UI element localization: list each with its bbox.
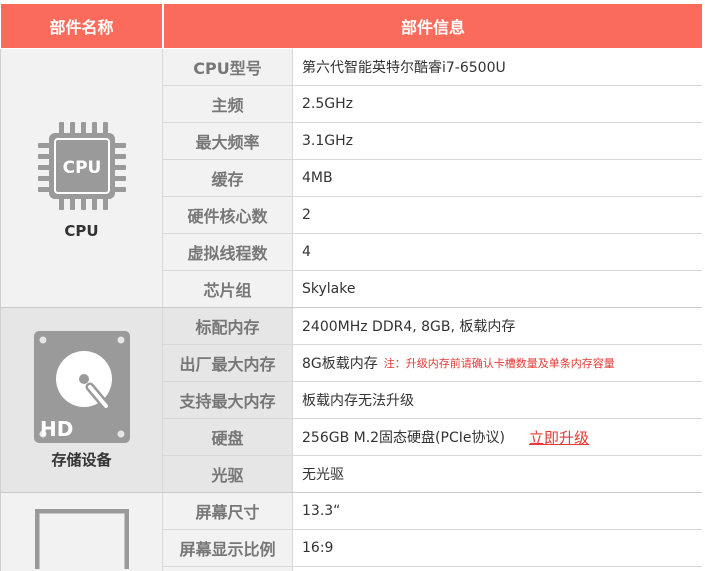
row-value-max-freq: 3.1GHz <box>302 133 353 149</box>
row-label-screen-size: 屏幕尺寸 <box>195 503 260 522</box>
row-label-cores: 硬件核心数 <box>187 207 268 226</box>
row-value-chipset: Skylake <box>302 281 356 297</box>
row-value-base-freq: 2.5GHz <box>302 96 353 112</box>
row-label-supported-max-memory: 支持最大内存 <box>179 392 276 411</box>
cpu-icon-text: CPU <box>62 158 101 178</box>
group-storage: HD 存储设备 <box>1 308 162 492</box>
row-label-factory-max-memory: 出厂最大内存 <box>179 355 276 374</box>
upgrade-now-link[interactable]: 立即升级 <box>529 427 589 448</box>
row-label-optical-drive: 光驱 <box>211 466 244 485</box>
row-label-chipset: 芯片组 <box>203 281 252 300</box>
group-label-storage: 存储设备 <box>51 450 112 469</box>
hard-drive-icon: HD <box>33 330 130 443</box>
row-label-disk: 硬盘 <box>211 429 244 448</box>
hd-icon-text: HD <box>40 417 73 441</box>
row-label-aspect-ratio: 屏幕显示比例 <box>179 540 276 559</box>
row-value-cores: 2 <box>302 207 311 223</box>
row-value-cpu-model: 第六代智能英特尔酷睿i7-6500U <box>302 60 506 76</box>
group-display <box>1 493 162 571</box>
row-value-threads: 4 <box>302 244 311 260</box>
header-part-info: 部件信息 <box>164 4 702 48</box>
display-screen-icon <box>34 509 129 569</box>
row-label-base-freq: 主频 <box>211 96 244 115</box>
row-label-cache: 缓存 <box>211 170 244 189</box>
spec-table: 部件名称 部件信息 CPU CPU HD 存储设备 CPU型号 主频 最大频率 … <box>0 0 702 571</box>
row-value-optical-drive: 无光驱 <box>302 467 344 483</box>
memory-upgrade-note: 注：升级内存前请确认卡槽数量及单条内存容量 <box>383 357 615 370</box>
row-value-factory-max-memory: 8G板载内存 注：升级内存前请确认卡槽数量及单条内存容量 <box>302 356 615 372</box>
row-label-cpu-model: CPU型号 <box>193 59 262 78</box>
row-value-supported-max-memory: 板载内存无法升级 <box>302 393 414 409</box>
row-value-disk: 256GB M.2固态硬盘(PCIe协议) 立即升级 <box>302 427 589 448</box>
row-label-std-memory: 标配内存 <box>195 318 260 337</box>
group-cpu: CPU CPU <box>1 49 162 307</box>
row-label-threads: 虚拟线程数 <box>187 244 268 263</box>
row-value-aspect-ratio: 16:9 <box>302 540 334 556</box>
row-value-cache: 4MB <box>302 170 333 186</box>
header-part-name: 部件名称 <box>1 4 162 48</box>
group-label-cpu: CPU <box>64 222 99 240</box>
cpu-chip-icon: CPU <box>37 122 126 210</box>
row-value-std-memory: 2400MHz DDR4, 8GB, 板载内存 <box>302 319 516 335</box>
row-value-screen-size: 13.3“ <box>302 503 341 519</box>
row-label-max-freq: 最大频率 <box>195 133 260 152</box>
